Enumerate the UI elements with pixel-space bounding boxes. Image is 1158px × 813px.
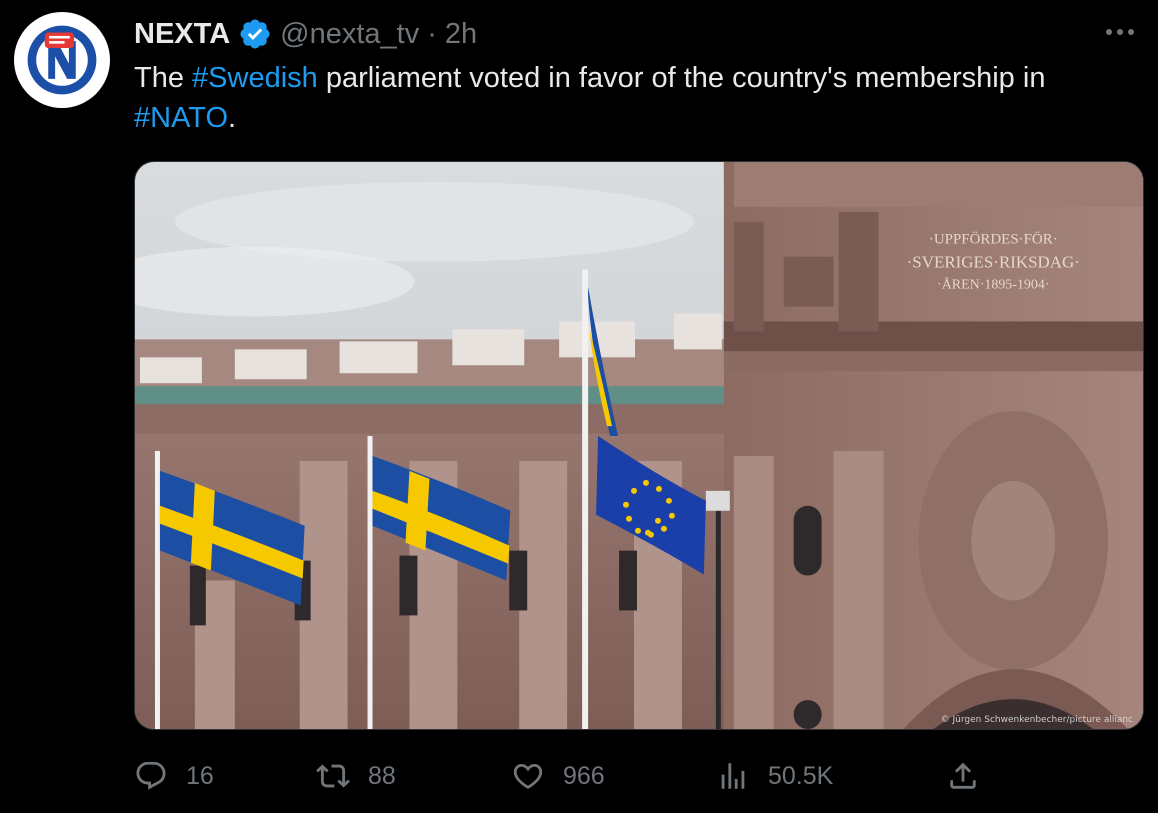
more-options-button[interactable]: [1100, 20, 1140, 44]
retweet-count: 88: [368, 761, 396, 790]
tweet-actions: 16 88 966 50.5K: [134, 752, 994, 800]
tweet-text: The #Swedish parliament voted in favor o…: [134, 58, 1134, 138]
more-icon: [1106, 29, 1134, 35]
text-part: The: [134, 62, 193, 94]
avatar[interactable]: [14, 12, 110, 108]
photo-credit: © Jürgen Schwenkenbecher/picture allianc: [940, 715, 1133, 725]
inscription-line-3: ·ÅREN·1895-1904·: [937, 277, 1049, 293]
author-name[interactable]: NEXTA: [134, 18, 230, 51]
reply-icon: [136, 761, 166, 790]
nexta-logo-icon: [27, 25, 97, 95]
inscription-line-1: ·UPPFÖRDES·FÖR·: [929, 231, 1058, 248]
tweet-header: NEXTA @nexta_tv · 2h: [134, 14, 477, 54]
author-handle[interactable]: @nexta_tv: [280, 18, 419, 51]
retweet-icon: [316, 764, 350, 788]
like-icon: [513, 763, 543, 789]
inscription-line-2: ·SVERIGES·RIKSDAG·: [907, 253, 1080, 272]
separator-dot: ·: [427, 17, 437, 50]
like-count: 966: [563, 761, 605, 790]
views-button[interactable]: 50.5K: [716, 752, 833, 800]
views-icon: [721, 763, 745, 789]
reply-button[interactable]: 16: [134, 752, 214, 800]
tweet-image[interactable]: ·UPPFÖRDES·FÖR· ·SVERIGES·RIKSDAG· ·ÅREN…: [134, 161, 1144, 730]
retweet-button[interactable]: 88: [316, 752, 396, 800]
hashtag-swedish[interactable]: #Swedish: [192, 62, 318, 94]
share-button[interactable]: [946, 752, 980, 800]
reply-count: 16: [186, 761, 214, 790]
text-part: parliament voted in favor of the country…: [317, 62, 1046, 94]
text-part: .: [228, 102, 237, 134]
hashtag-nato[interactable]: #NATO: [134, 102, 228, 134]
like-button[interactable]: 966: [511, 752, 605, 800]
parliament-photo: ·UPPFÖRDES·FÖR· ·SVERIGES·RIKSDAG· ·ÅREN…: [135, 162, 1143, 729]
verified-badge-icon: [238, 17, 272, 51]
share-icon: [950, 762, 976, 789]
view-count: 50.5K: [768, 761, 834, 790]
timestamp[interactable]: 2h: [445, 18, 477, 51]
